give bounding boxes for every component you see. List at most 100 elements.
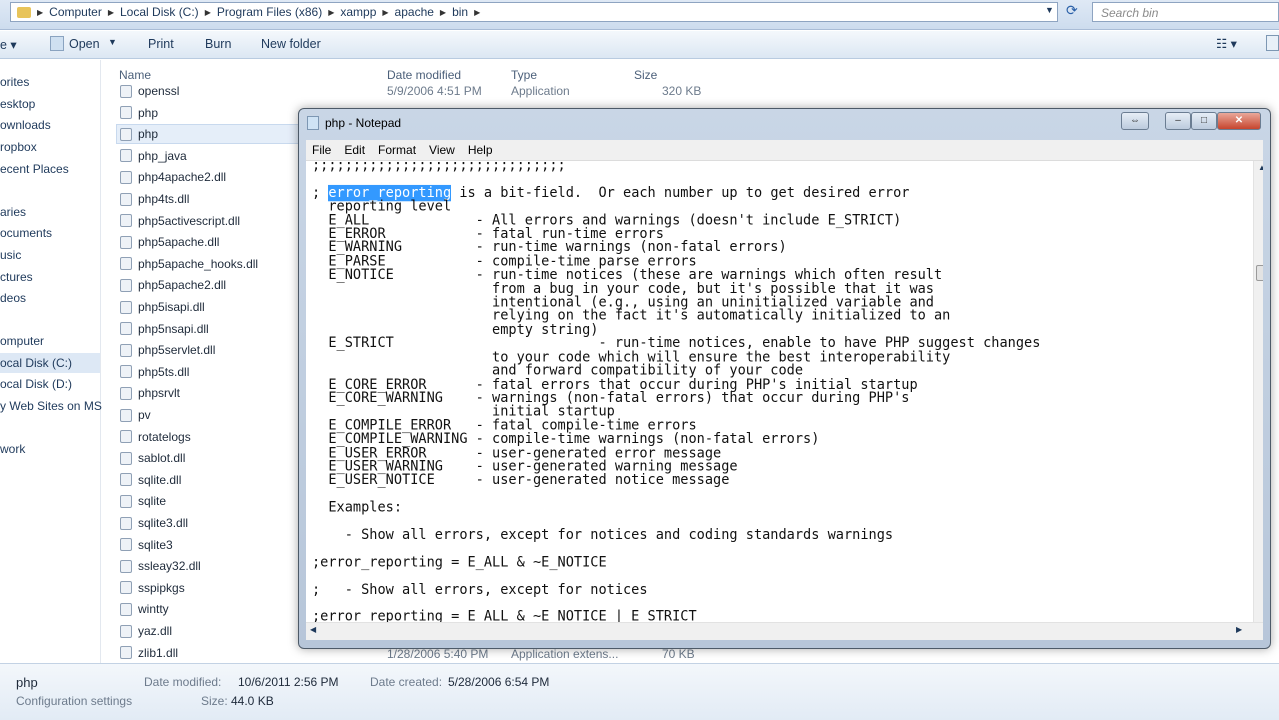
vertical-scrollbar[interactable]: ▲ (1253, 161, 1263, 622)
crumb-apache[interactable]: apache (395, 5, 434, 19)
nav-computer[interactable]: omputer (0, 334, 44, 348)
file-row[interactable]: php5apache2.dll (120, 275, 226, 295)
nav-dropbox[interactable]: ropbox (0, 140, 37, 154)
file-row[interactable]: ssleay32.dll (120, 556, 201, 576)
command-bar: e ▾ Open ▼ Print Burn New folder ☷ ▾ (0, 31, 1279, 59)
file-row[interactable]: sqlite (120, 491, 166, 511)
file-row[interactable]: sqlite.dll (120, 470, 181, 490)
restore-snap-icon[interactable]: ⇔ (1121, 112, 1149, 130)
file-row[interactable]: php5apache.dll (120, 232, 219, 252)
nav-videos[interactable]: deos (0, 291, 26, 305)
nav-local-disk-c[interactable]: ocal Disk (C:) (0, 353, 100, 373)
file-row[interactable]: yaz.dll (120, 621, 172, 641)
file-row[interactable]: php4apache2.dll (120, 167, 226, 187)
file-row[interactable]: php5ts.dll (120, 362, 189, 382)
file-icon (120, 581, 132, 595)
column-date-modified[interactable]: Date modified (387, 68, 461, 82)
crumb-bin[interactable]: bin (452, 5, 468, 19)
search-input[interactable]: Search bin (1092, 2, 1279, 22)
file-name: php5isapi.dll (138, 300, 205, 314)
file-row[interactable]: php5activescript.dll (120, 211, 240, 231)
column-size[interactable]: Size (634, 68, 657, 82)
file-icon (120, 538, 132, 552)
nav-pictures[interactable]: ctures (0, 270, 33, 284)
file-row[interactable]: zlib1.dll (120, 643, 178, 663)
file-name: php5apache.dll (138, 235, 220, 250)
file-row[interactable]: wintty (120, 599, 169, 619)
file-row[interactable]: phpsrvlt (120, 383, 180, 403)
minimize-button[interactable]: – (1165, 112, 1191, 130)
file-name: zlib1.dll (138, 645, 179, 660)
file-row[interactable]: pv (120, 405, 151, 425)
scroll-left-icon[interactable]: ◀ (310, 625, 316, 634)
file-row[interactable]: sqlite3 (120, 535, 173, 555)
nav-recent-places[interactable]: ecent Places (0, 162, 69, 176)
refresh-icon[interactable]: ⟳ (1066, 2, 1078, 19)
print-button[interactable]: Print (148, 37, 174, 51)
file-row[interactable]: sspipkgs (120, 578, 185, 598)
address-bar[interactable]: ▶ Computer ▶ Local Disk (C:) ▶ Program File… (10, 2, 1058, 22)
history-dropdown-icon[interactable]: ▼ (1045, 5, 1054, 15)
text-editor[interactable]: ;;;;;;;;;;;;;;;;;;;;;;;;;;;;;;; ; error_… (306, 160, 1263, 622)
nav-network[interactable]: work (0, 442, 25, 456)
menu-help[interactable]: Help (462, 143, 500, 157)
menu-view[interactable]: View (423, 143, 462, 157)
nav-desktop[interactable]: esktop (0, 97, 35, 111)
chevron-right-icon: ▶ (328, 7, 335, 17)
chevron-right-icon: ▶ (204, 7, 211, 17)
cell-size: 320 KB (662, 84, 702, 98)
menu-edit[interactable]: Edit (338, 143, 372, 157)
file-icon (120, 192, 132, 206)
view-options-icon[interactable]: ☷ ▾ (1216, 36, 1237, 51)
menu-file[interactable]: File (306, 143, 338, 157)
crumb-program-files[interactable]: Program Files (x86) (217, 5, 322, 19)
chevron-down-icon[interactable]: ▼ (108, 37, 117, 47)
nav-my-web-sites[interactable]: y Web Sites on MS (0, 399, 102, 413)
selected-file-kind: Configuration settings (16, 694, 133, 708)
column-name[interactable]: Name (119, 68, 151, 82)
file-row[interactable]: sqlite3.dll (120, 513, 188, 533)
file-row[interactable]: php (120, 103, 158, 123)
cell-type: Application (511, 84, 570, 98)
file-row[interactable]: openssl (120, 81, 179, 101)
file-row[interactable]: php5servlet.dll (120, 340, 215, 360)
close-button[interactable]: ✕ (1217, 112, 1261, 130)
burn-button[interactable]: Burn (205, 37, 231, 51)
file-row[interactable]: php (116, 124, 306, 145)
file-row[interactable]: php_java (120, 146, 187, 166)
file-row[interactable]: php5isapi.dll (120, 297, 205, 317)
file-name: sqlite3 (138, 537, 173, 552)
horizontal-scrollbar[interactable]: ◀ ▶ (306, 622, 1263, 640)
column-type[interactable]: Type (511, 68, 537, 82)
menu-bar: File Edit Format View Help (306, 140, 1263, 160)
crumb-computer[interactable]: Computer (49, 5, 102, 19)
scroll-thumb[interactable] (1256, 265, 1263, 281)
nav-favorites[interactable]: orites (0, 75, 29, 89)
nav-documents[interactable]: ocuments (0, 226, 52, 240)
file-name: php5servlet.dll (138, 343, 216, 358)
open-button[interactable]: Open (69, 37, 100, 51)
nav-music[interactable]: usic (0, 248, 21, 262)
crumb-local-disk[interactable]: Local Disk (C:) (120, 5, 199, 19)
scroll-up-icon[interactable]: ▲ (1258, 163, 1263, 172)
file-row[interactable]: rotatelogs (120, 427, 191, 447)
file-row[interactable]: sablot.dll (120, 448, 185, 468)
menu-format[interactable]: Format (372, 143, 423, 157)
scroll-right-icon[interactable]: ▶ (1236, 625, 1242, 634)
file-row[interactable]: php5nsapi.dll (120, 319, 209, 339)
maximize-button[interactable]: □ (1191, 112, 1217, 130)
preview-pane-icon[interactable] (1266, 35, 1279, 51)
organize-button[interactable]: e ▾ (0, 37, 17, 52)
file-icon (120, 451, 132, 465)
nav-libraries[interactable]: aries (0, 205, 26, 219)
file-row[interactable]: php5apache_hooks.dll (120, 254, 258, 274)
file-icon (120, 646, 132, 660)
file-icon (120, 516, 132, 530)
nav-downloads[interactable]: ownloads (0, 118, 51, 132)
file-row[interactable]: php4ts.dll (120, 189, 189, 209)
nav-local-disk-d[interactable]: ocal Disk (D:) (0, 377, 72, 391)
notepad-titlebar[interactable]: php - Notepad (307, 116, 401, 130)
new-folder-button[interactable]: New folder (261, 37, 321, 51)
text-line: is a bit-field. Or each number up to get… (451, 184, 910, 202)
crumb-xampp[interactable]: xampp (340, 5, 376, 19)
